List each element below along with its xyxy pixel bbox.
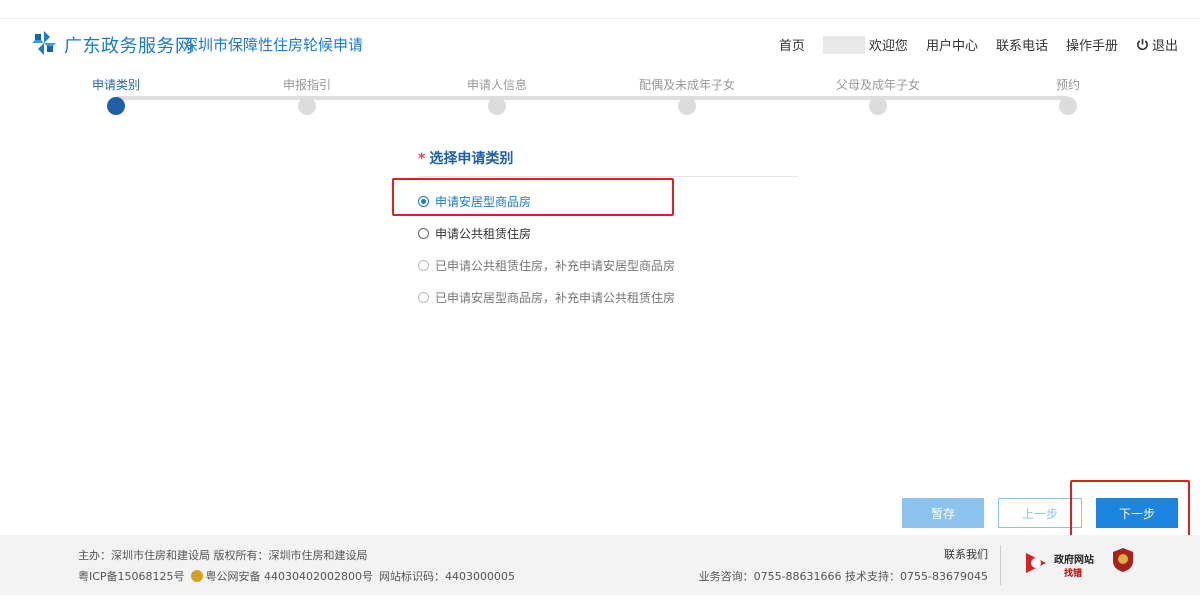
footer-hotline: 业务咨询：0755-88631666 技术支持：0755-83679045 bbox=[698, 570, 988, 583]
system-title: 深圳市保障性住房轮候申请 bbox=[183, 36, 364, 54]
step-dot bbox=[298, 97, 316, 115]
step-dot bbox=[1059, 97, 1077, 115]
step-1: 申请类别 bbox=[36, 76, 196, 115]
logout-button[interactable]: 退出 bbox=[1136, 35, 1178, 54]
bottom-strip bbox=[0, 595, 1200, 610]
header: 广东政务服务网 深圳市保障性住房轮候申请 首页 欢迎您 用户中心 联系电话 操作… bbox=[0, 18, 1200, 69]
step-dot bbox=[488, 97, 506, 115]
brand-name[interactable]: 广东政务服务网 bbox=[64, 32, 194, 58]
footer: 主办：深圳市住房和建设局 版权所有：深圳市住房和建设局 粤ICP备1506812… bbox=[0, 535, 1200, 595]
badge-line1: 政府网站 bbox=[1054, 555, 1094, 566]
highlight-box-next-button bbox=[1070, 480, 1190, 538]
form-title: * 选择申请类别 bbox=[418, 148, 798, 177]
footer-divider bbox=[1000, 545, 1001, 585]
step-label: 预约 bbox=[1055, 78, 1080, 92]
option-label: 已申请安居型商品房，补充申请公共租赁住房 bbox=[435, 290, 676, 305]
welcome-text: 欢迎您 bbox=[868, 39, 908, 54]
nav-home[interactable]: 首页 bbox=[779, 35, 805, 54]
power-icon bbox=[1137, 38, 1148, 51]
nav-manual[interactable]: 操作手册 bbox=[1066, 35, 1118, 54]
step-6: 预约 bbox=[988, 76, 1148, 115]
option-label: 已申请公共租赁住房，补充申请安居型商品房 bbox=[435, 258, 676, 273]
gov-logo-icon bbox=[32, 31, 56, 55]
police-record-link[interactable]: 粤公网安备 44030402002800号 bbox=[206, 568, 373, 584]
step-label: 父母及成年子女 bbox=[835, 78, 920, 92]
radio-disabled-icon bbox=[418, 291, 429, 303]
step-4: 配偶及未成年子女 bbox=[607, 76, 767, 115]
option-supplement-rental: 已申请安居型商品房，补充申请公共租赁住房 bbox=[418, 281, 798, 313]
step-label: 申报指引 bbox=[282, 78, 331, 92]
step-2: 申报指引 bbox=[227, 76, 387, 115]
footer-records: 粤ICP备15068125号 粤公网安备 44030402002800号 网站标… bbox=[78, 568, 515, 584]
logout-label: 退出 bbox=[1151, 39, 1178, 54]
radio-disabled-icon bbox=[418, 259, 429, 271]
badge-line2: 找错 bbox=[1064, 569, 1083, 579]
police-emblem-icon bbox=[190, 570, 203, 582]
step-label: 申请人信息 bbox=[466, 78, 527, 92]
step-dot bbox=[869, 97, 887, 115]
required-mark: * bbox=[418, 151, 426, 167]
username-redacted bbox=[822, 35, 865, 54]
nav-contact[interactable]: 联系电话 bbox=[996, 35, 1048, 54]
top-nav: 首页 欢迎您 用户中心 联系电话 操作手册 退出 bbox=[761, 35, 1178, 54]
gov-site-error-report-badge[interactable]: 政府网站 找错 bbox=[1024, 543, 1144, 585]
nav-user-center[interactable]: 用户中心 bbox=[926, 35, 978, 54]
option-label: 申请公共租赁住房 bbox=[435, 226, 532, 241]
step-label: 配偶及未成年子女 bbox=[638, 78, 735, 92]
form-title-text: 选择申请类别 bbox=[429, 151, 514, 167]
option-public-rental[interactable]: 申请公共租赁住房 bbox=[418, 217, 798, 249]
step-indicator: 申请类别 申报指引 申请人信息 配偶及未成年子女 父母及成年子女 预约 bbox=[0, 68, 1200, 128]
highlight-box-selected-option bbox=[392, 178, 674, 216]
radio-unchecked-icon[interactable] bbox=[418, 227, 429, 239]
option-supplement-affordable: 已申请公共租赁住房，补充申请安居型商品房 bbox=[418, 249, 798, 281]
step-3: 申请人信息 bbox=[417, 76, 577, 115]
contact-us-link[interactable]: 联系我们 bbox=[944, 546, 988, 562]
top-strip bbox=[0, 0, 1200, 18]
step-dot bbox=[678, 97, 696, 115]
step-label: 申请类别 bbox=[91, 78, 140, 92]
category-form: * 选择申请类别 申请安居型商品房 申请公共租赁住房 已申请公共租赁住房，补充申请… bbox=[418, 148, 798, 313]
shield-seal-icon bbox=[1113, 548, 1133, 572]
site-code: 网站标识码：4403000005 bbox=[379, 570, 516, 583]
footer-sponsor: 主办：深圳市住房和建设局 版权所有：深圳市住房和建设局 bbox=[78, 549, 368, 562]
step-dot bbox=[107, 97, 125, 115]
magnifier-flag-icon bbox=[1026, 553, 1046, 573]
save-draft-button[interactable]: 暂存 bbox=[902, 498, 984, 528]
icp-link[interactable]: 粤ICP备15068125号 bbox=[78, 568, 185, 584]
step-5: 父母及成年子女 bbox=[798, 76, 958, 115]
